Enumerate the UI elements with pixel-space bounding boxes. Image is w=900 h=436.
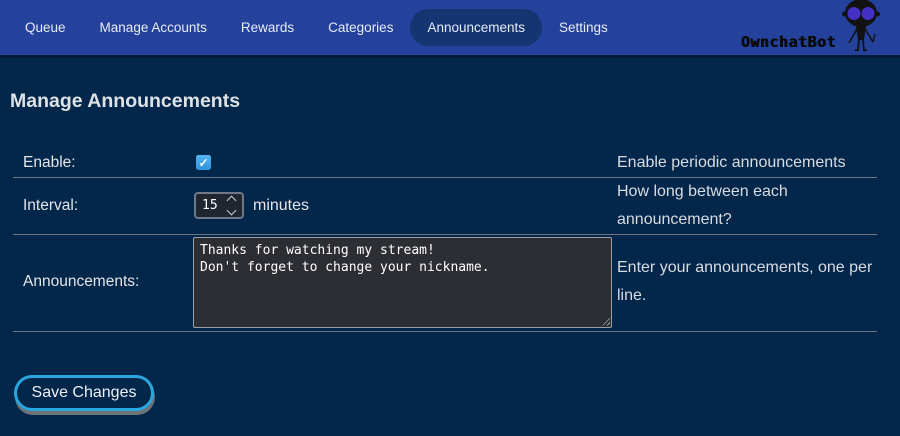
tab-settings[interactable]: Settings (542, 9, 625, 47)
tab-announcements[interactable]: Announcements (410, 9, 542, 47)
tab-manage-accounts[interactable]: Manage Accounts (83, 9, 224, 47)
enable-checkbox[interactable]: ✓ (196, 155, 211, 170)
tab-rewards[interactable]: Rewards (224, 9, 311, 47)
announcements-help-text: Enter your announcements, one per line. (617, 254, 877, 310)
announcements-textarea[interactable]: Thanks for watching my stream! Don't for… (193, 237, 612, 328)
page-title: Manage Announcements (10, 92, 900, 112)
enable-row: Enable: ✓ Enable periodic announcements (13, 149, 877, 178)
number-spinner[interactable] (226, 195, 242, 216)
announcements-row: Announcements: Thanks for watching my st… (13, 235, 877, 332)
enable-label: Enable: (13, 154, 193, 172)
spinner-up-icon[interactable] (227, 196, 237, 206)
enable-help-text: Enable periodic announcements (617, 149, 877, 177)
robot-mascot-icon (838, 0, 884, 57)
announcements-label: Announcements: (13, 273, 193, 291)
interval-input[interactable]: 15 (194, 192, 244, 219)
interval-value: 15 (196, 198, 226, 213)
logo-text: OwnchatBot (741, 33, 836, 51)
top-navigation: Queue Manage Accounts Rewards Categories… (0, 0, 900, 58)
checkmark-icon: ✓ (198, 157, 208, 169)
interval-unit-label: minutes (253, 197, 309, 215)
interval-help-text: How long between each announcement? (617, 178, 877, 234)
tab-queue[interactable]: Queue (8, 9, 83, 47)
spinner-down-icon[interactable] (227, 206, 237, 216)
ownchatbot-logo[interactable]: OwnchatBot (741, 2, 884, 58)
save-changes-button[interactable]: Save Changes (14, 375, 154, 411)
tab-categories[interactable]: Categories (311, 9, 410, 47)
interval-row: Interval: 15 minutes How long between ea… (13, 178, 877, 235)
interval-label: Interval: (13, 197, 193, 215)
announcements-form: Enable: ✓ Enable periodic announcements … (13, 149, 877, 332)
